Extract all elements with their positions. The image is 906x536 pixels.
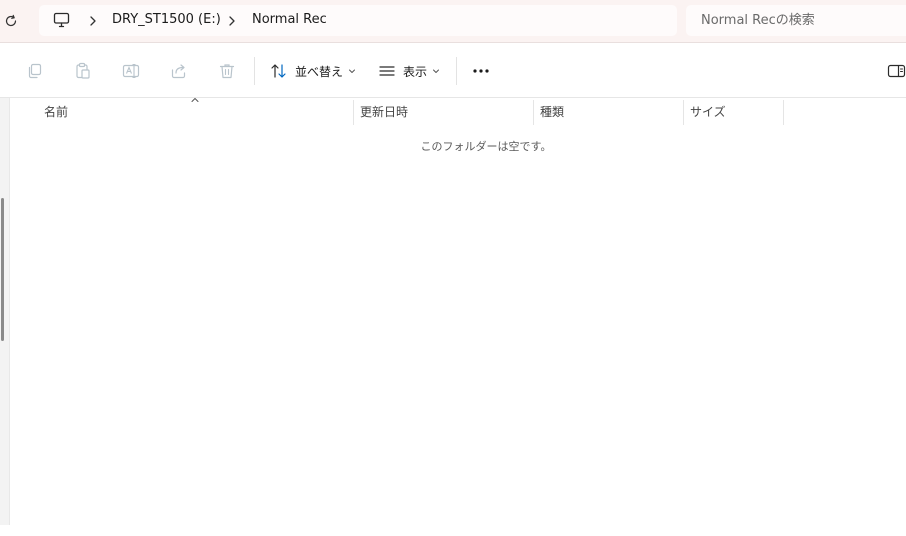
toolbar-divider — [456, 57, 457, 85]
column-header-size[interactable]: サイズ — [690, 98, 783, 125]
column-header-name[interactable]: 名前 — [44, 98, 353, 125]
view-button[interactable]: 表示 — [378, 59, 440, 83]
search-input[interactable] — [686, 5, 906, 36]
refresh-icon — [5, 14, 17, 27]
breadcrumb-current-folder[interactable]: Normal Rec — [252, 12, 327, 28]
sort-arrows-icon — [271, 64, 286, 78]
column-header-date-modified[interactable]: 更新日時 — [360, 98, 533, 125]
address-bar[interactable]: DRY_ST1500 (E:) Normal Rec — [39, 5, 677, 36]
status-bar — [0, 525, 906, 536]
paste-icon[interactable] — [74, 62, 92, 80]
share-icon[interactable] — [170, 62, 188, 80]
address-bar-row: DRY_ST1500 (E:) Normal Rec — [0, 0, 906, 43]
ellipsis-icon — [473, 69, 489, 73]
view-label: 表示 — [403, 64, 428, 79]
column-divider[interactable] — [353, 100, 354, 125]
search-box[interactable] — [686, 5, 906, 36]
column-divider[interactable] — [683, 100, 684, 125]
monitor-icon[interactable] — [52, 11, 72, 29]
empty-folder-message: このフォルダーは空です。 — [420, 140, 552, 153]
column-divider[interactable] — [783, 100, 784, 125]
navigation-pane-scrollbar[interactable] — [1, 198, 4, 341]
sort-label: 並べ替え — [295, 64, 344, 79]
toolbar-divider — [254, 57, 255, 85]
rename-icon[interactable] — [122, 62, 140, 80]
breadcrumb-drive[interactable]: DRY_ST1500 (E:) — [112, 12, 221, 28]
chevron-down-icon — [433, 69, 440, 73]
details-pane-icon[interactable] — [887, 62, 906, 80]
chevron-right-icon[interactable] — [87, 13, 99, 27]
refresh-button[interactable] — [0, 10, 22, 32]
more-options-button[interactable] — [470, 59, 492, 83]
chevron-right-icon[interactable] — [226, 13, 238, 27]
copy-icon[interactable] — [26, 62, 44, 80]
trash-icon[interactable] — [218, 62, 236, 80]
column-header-type[interactable]: 種類 — [540, 98, 683, 125]
chevron-down-icon — [349, 69, 356, 73]
sort-button[interactable]: 並べ替え — [270, 59, 356, 83]
column-divider[interactable] — [533, 100, 534, 125]
command-bar: 並べ替え 表示 — [0, 43, 906, 98]
list-view-icon — [379, 66, 395, 76]
